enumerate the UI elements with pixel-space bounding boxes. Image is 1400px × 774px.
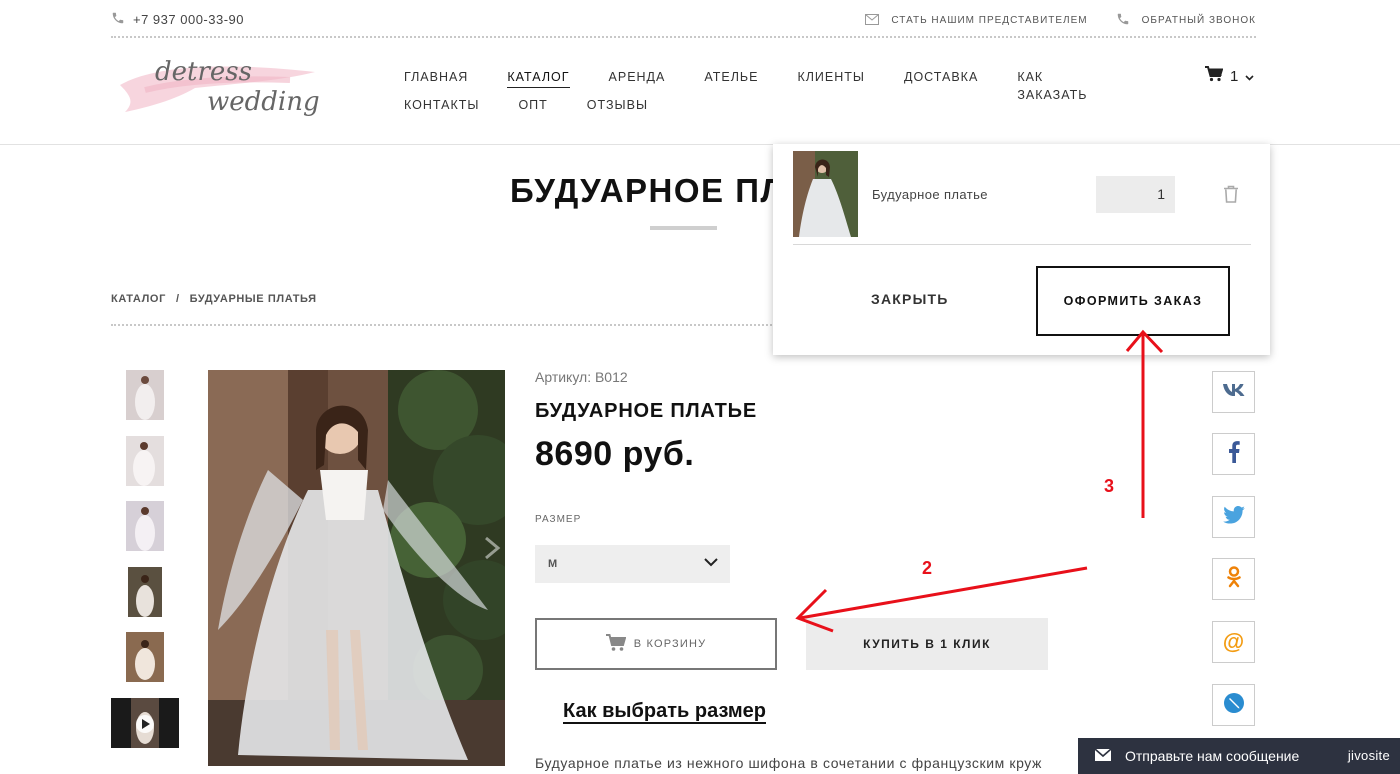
cart-count: 1 bbox=[1230, 67, 1239, 85]
nav-delivery[interactable]: ДОСТАВКА bbox=[904, 68, 978, 88]
title-underline bbox=[650, 226, 717, 230]
popup-item-name: Будуарное платье bbox=[872, 187, 988, 202]
popup-quantity-input[interactable]: 1 bbox=[1096, 176, 1175, 213]
chat-widget[interactable]: Отправьте нам сообщение jivosite bbox=[1078, 738, 1400, 774]
buy-one-click-button[interactable]: КУПИТЬ В 1 КЛИК bbox=[806, 618, 1048, 670]
header-cart[interactable]: 1 bbox=[1205, 66, 1254, 86]
facebook-share-button[interactable] bbox=[1212, 433, 1255, 475]
product-thumbnail[interactable] bbox=[128, 567, 162, 617]
callback-label: ОБРАТНЫЙ ЗВОНОК bbox=[1141, 15, 1256, 26]
top-bar: +7 937 000-33-90 СТАТЬ НАШИМ ПРЕДСТАВИТЕ… bbox=[111, 0, 1256, 38]
size-label: РАЗМЕР bbox=[535, 514, 582, 525]
mail-icon bbox=[865, 13, 880, 28]
product-thumbnail[interactable] bbox=[126, 501, 164, 551]
cart-icon bbox=[605, 633, 627, 655]
product-thumbnail[interactable] bbox=[126, 436, 164, 486]
chevron-down-icon bbox=[704, 558, 718, 570]
vk-icon bbox=[1222, 383, 1246, 402]
twitter-icon bbox=[1222, 505, 1245, 529]
chat-label: Отправьте нам сообщение bbox=[1125, 748, 1300, 764]
nav-wholesale[interactable]: ОПТ bbox=[518, 96, 547, 116]
chevron-down-icon bbox=[1245, 68, 1254, 85]
nav-catalog[interactable]: КАТАЛОГ bbox=[507, 68, 570, 88]
vk-share-button[interactable] bbox=[1212, 371, 1255, 413]
add-to-cart-label: В КОРЗИНУ bbox=[633, 638, 707, 650]
product-sku: Артикул: В012 bbox=[535, 369, 628, 385]
representative-label: СТАТЬ НАШИМ ПРЕДСТАВИТЕЛЕМ bbox=[891, 15, 1088, 26]
product-title: БУДУАРНОЕ ПЛАТЬЕ bbox=[535, 400, 757, 422]
product-main-photo[interactable] bbox=[208, 370, 505, 766]
trash-icon[interactable] bbox=[1223, 185, 1239, 208]
annotation-step-2: 2 bbox=[922, 558, 933, 578]
size-select[interactable]: М bbox=[535, 545, 730, 583]
phone-icon bbox=[111, 11, 125, 28]
twitter-share-button[interactable] bbox=[1212, 496, 1255, 538]
phone-link[interactable]: +7 937 000-33-90 bbox=[111, 11, 244, 28]
nav-home[interactable]: ГЛАВНАЯ bbox=[404, 68, 468, 88]
breadcrumb-divider bbox=[111, 324, 776, 326]
become-representative-link[interactable]: СТАТЬ НАШИМ ПРЕДСТАВИТЕЛЕМ bbox=[865, 12, 1087, 29]
odnoklassniki-share-button[interactable] bbox=[1212, 558, 1255, 600]
page-title: БУДУАРНОЕ ПЛА bbox=[510, 172, 811, 209]
breadcrumb-catalog[interactable]: КАТАЛОГ bbox=[111, 293, 166, 305]
size-guide-link[interactable]: Как выбрать размер bbox=[563, 700, 767, 724]
nav-contacts[interactable]: КОНТАКТЫ bbox=[404, 96, 479, 116]
product-price: 8690 руб. bbox=[535, 435, 695, 473]
logo-text-top: detress bbox=[155, 57, 252, 87]
cart-icon bbox=[1205, 66, 1224, 86]
mailru-share-button[interactable]: @ bbox=[1212, 621, 1255, 663]
pencil-icon bbox=[1223, 692, 1245, 719]
popup-item-thumbnail bbox=[793, 151, 858, 237]
product-description: Будуарное платье из нежного шифона в соч… bbox=[535, 755, 1043, 771]
breadcrumb-separator: / bbox=[175, 293, 180, 305]
logo-text-bottom: wedding bbox=[207, 87, 320, 117]
livejournal-share-button[interactable] bbox=[1212, 684, 1255, 726]
breadcrumb-current[interactable]: БУДУАРНЫЕ ПЛАТЬЯ bbox=[190, 293, 317, 305]
close-button[interactable]: ЗАКРЫТЬ bbox=[871, 291, 948, 307]
facebook-icon bbox=[1228, 440, 1240, 468]
mail-icon bbox=[1094, 748, 1112, 764]
callback-link[interactable]: ОБРАТНЫЙ ЗВОНОК bbox=[1116, 12, 1256, 29]
breadcrumb: КАТАЛОГ / БУДУАРНЫЕ ПЛАТЬЯ bbox=[111, 293, 317, 305]
product-thumbnail[interactable] bbox=[126, 370, 164, 420]
nav-rent[interactable]: АРЕНДА bbox=[609, 68, 666, 88]
chat-brand: jivosite bbox=[1347, 748, 1390, 763]
main-nav: ГЛАВНАЯ КАТАЛОГ АРЕНДА АТЕЛЬЕ КЛИЕНТЫ ДО… bbox=[404, 68, 1104, 124]
nav-how-to-order[interactable]: КАК ЗАКАЗАТЬ bbox=[1017, 68, 1087, 102]
odnoklassniki-icon bbox=[1226, 565, 1241, 593]
popup-divider bbox=[793, 244, 1251, 245]
cart-popup: Будуарное платье 1 ЗАКРЫТЬ ОФОРМИТЬ ЗАКА… bbox=[773, 144, 1270, 355]
size-value: М bbox=[548, 558, 558, 570]
video-thumbnail[interactable] bbox=[111, 698, 179, 748]
annotation-step-3: 3 bbox=[1104, 476, 1115, 496]
phone-number: +7 937 000-33-90 bbox=[133, 12, 245, 27]
site-logo[interactable]: detress wedding bbox=[115, 50, 320, 132]
nav-reviews[interactable]: ОТЗЫВЫ bbox=[587, 96, 648, 116]
nav-atelier[interactable]: АТЕЛЬЕ bbox=[704, 68, 758, 88]
phone-callback-icon bbox=[1116, 12, 1130, 29]
add-to-cart-button[interactable]: В КОРЗИНУ bbox=[535, 618, 777, 670]
checkout-button[interactable]: ОФОРМИТЬ ЗАКАЗ bbox=[1036, 266, 1230, 336]
nav-clients[interactable]: КЛИЕНТЫ bbox=[797, 68, 865, 88]
product-thumbnail[interactable] bbox=[126, 632, 164, 682]
at-sign-icon: @ bbox=[1222, 629, 1245, 654]
